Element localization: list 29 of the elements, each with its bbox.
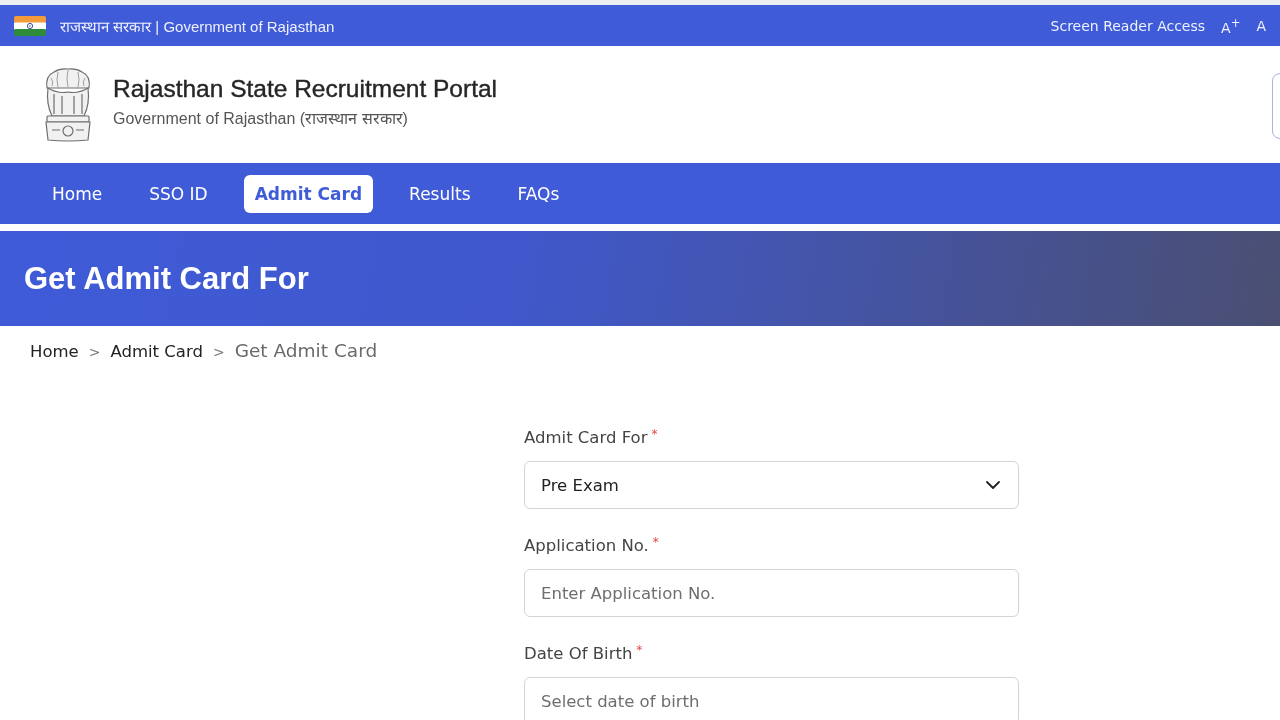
banner-title: Get Admit Card For xyxy=(24,260,309,297)
breadcrumb-current: Get Admit Card xyxy=(234,340,378,361)
breadcrumb-link[interactable]: Admit Card xyxy=(110,342,203,361)
breadcrumb-separator: > xyxy=(212,344,225,360)
nav-tab[interactable]: SSO ID xyxy=(138,174,219,213)
government-label: राजस्थान सरकार | Government of Rajasthan xyxy=(60,16,335,36)
nav-tab[interactable]: FAQs xyxy=(506,174,571,213)
required-mark: * xyxy=(636,643,643,657)
top-bar-link[interactable]: Screen Reader Access xyxy=(1050,17,1206,34)
nav-tab[interactable]: Results xyxy=(398,174,482,213)
top-bar-link[interactable]: A xyxy=(1256,17,1266,34)
required-mark: * xyxy=(652,535,659,549)
site-title: Rajasthan State Recruitment Portal xyxy=(113,75,498,103)
chevron-down-icon xyxy=(986,481,1000,489)
date-field[interactable]: Select date of birth xyxy=(524,677,1019,720)
flag-icon xyxy=(14,15,46,36)
required-mark: * xyxy=(651,427,658,441)
breadcrumb-link[interactable]: Home xyxy=(30,342,79,361)
emblem-icon xyxy=(42,66,94,142)
field-label: Admit Card For xyxy=(524,427,648,449)
field-label: Application No. xyxy=(524,535,649,557)
breadcrumb-separator: > xyxy=(88,344,101,360)
select-field[interactable]: Pre Exam xyxy=(524,461,1019,509)
site-subtitle: Government of Rajasthan (राजस्थान सरकार) xyxy=(113,109,409,129)
field-label: Date Of Birth xyxy=(524,643,633,665)
nav-tab[interactable]: Admit Card xyxy=(243,174,374,213)
top-bar-link[interactable]: A$^{+}$ xyxy=(1221,15,1241,36)
input-field[interactable]: Enter Application No. xyxy=(524,569,1019,617)
nav-tab[interactable]: Home xyxy=(41,174,114,213)
